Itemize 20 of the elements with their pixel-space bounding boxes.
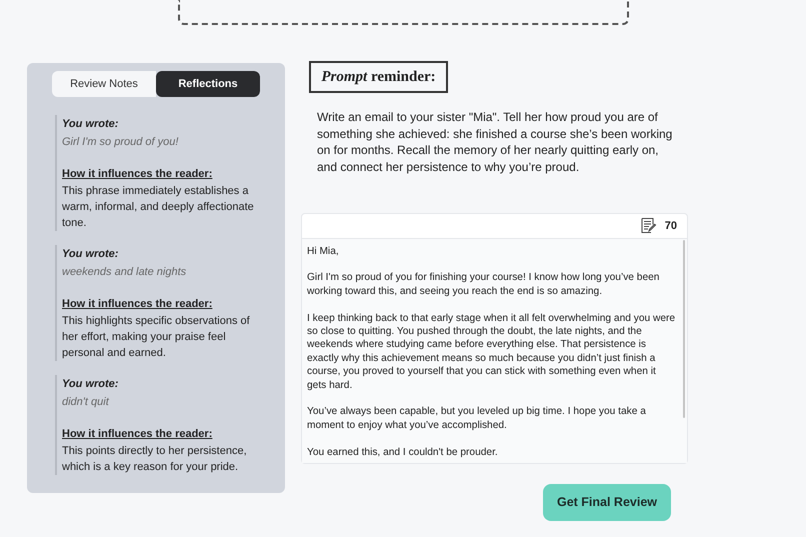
- influence-label: How it influences the reader:: [62, 167, 214, 182]
- quote-text: weekends and late nights: [62, 265, 188, 280]
- tab[interactable]: Reflections: [156, 71, 260, 97]
- influence-text: This phrase immediately establishes a warm, informal, and deeply affectionate tone.: [62, 184, 255, 231]
- scrollbar[interactable]: [683, 240, 685, 418]
- influence-text: This highlights specific observations of her effort, making your praise feel personal and earned.: [62, 314, 251, 361]
- prompt-title: Prompt reminder:: [309, 61, 448, 93]
- tab[interactable]: Review Notes: [52, 71, 156, 97]
- notepad-pencil-icon: [640, 217, 657, 234]
- you-wrote-label: You wrote:: [62, 117, 120, 132]
- influence-label: How it influences the reader:: [62, 297, 214, 312]
- prompt-text: Write an email to your sister "Mia". Tell her how proud you are of something she achieved: she finished a course she’s been working on for months. Recall the memory of her nearly quitting early on, and connect her persistence to why you’re proud.: [317, 109, 674, 175]
- you-wrote-label: You wrote:: [62, 377, 120, 392]
- influence-label: How it influences the reader:: [62, 427, 214, 442]
- quote-text: didn't quit: [62, 395, 110, 410]
- influence-text: This points directly to her persistence, which is a key reason for your pride.: [62, 444, 248, 475]
- get-final-review-button[interactable]: Get Final Review: [543, 484, 671, 521]
- you-wrote-label: You wrote:: [62, 247, 120, 262]
- word-count: 70: [664, 218, 677, 234]
- quote-text: Girl I'm so proud of you!: [62, 135, 180, 150]
